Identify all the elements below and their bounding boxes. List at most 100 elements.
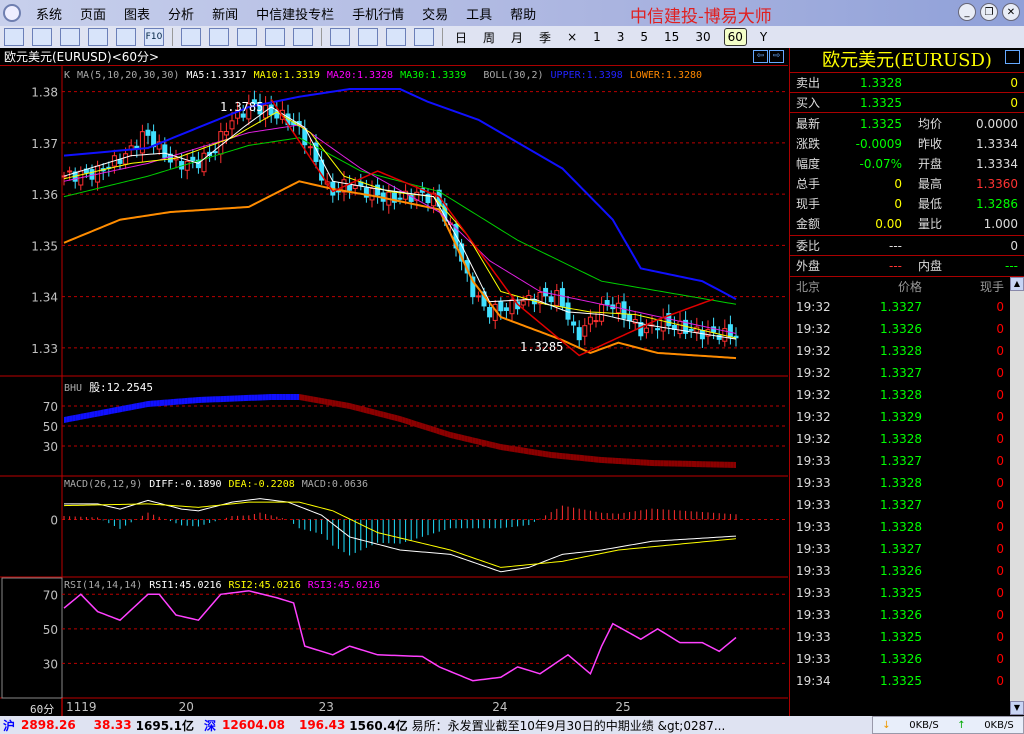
y-tick-label: 1.38 xyxy=(31,86,58,100)
candle-body xyxy=(655,328,661,331)
sz-label: 深 xyxy=(203,718,216,733)
tick-scrollbar[interactable]: ▲ ▼ xyxy=(1010,277,1024,715)
period-button[interactable]: 季 xyxy=(536,28,554,47)
bhu-band-segment xyxy=(601,457,605,464)
y-tick-label: 50 xyxy=(43,623,58,637)
menu-item[interactable]: 交易 xyxy=(422,8,448,23)
bhu-band-segment xyxy=(668,460,672,467)
back-icon[interactable] xyxy=(4,28,24,46)
zoom-out-icon[interactable] xyxy=(293,28,313,46)
tick-row: 19:32 1.3326 0 xyxy=(790,318,1024,340)
tick-row: 19:33 1.3325 0 xyxy=(790,626,1024,648)
period-button[interactable]: 3 xyxy=(614,29,628,45)
kline-icon[interactable] xyxy=(60,28,80,46)
bhu-band-segment xyxy=(528,448,532,455)
export-icon[interactable] xyxy=(209,28,229,46)
menu-item[interactable]: 新闻 xyxy=(212,8,238,23)
period-button[interactable]: 1 xyxy=(590,29,604,45)
refresh-icon[interactable] xyxy=(237,28,257,46)
bhu-band-segment xyxy=(537,449,540,457)
bhu-band-segment xyxy=(106,408,109,415)
sz-amount: 1560.4亿 xyxy=(349,718,408,733)
bhu-band-segment xyxy=(576,454,580,461)
table-icon[interactable] xyxy=(88,28,108,46)
menu-item[interactable]: 中信建投专栏 xyxy=(256,8,334,23)
draw-icon[interactable] xyxy=(181,28,201,46)
bhu-band-segment xyxy=(439,428,442,436)
bhu-band-segment xyxy=(150,400,154,407)
candle-body xyxy=(520,300,526,306)
menu-item[interactable]: 工具 xyxy=(466,8,492,23)
y-tick-label: 30 xyxy=(43,440,58,454)
candle-body xyxy=(190,156,196,161)
inner-label: 内盘 xyxy=(918,259,943,273)
macd-value: MACD:0.0636 xyxy=(301,479,368,490)
menu-item[interactable]: 系统 xyxy=(36,8,62,23)
bhu-band-segment xyxy=(114,406,118,414)
period-button[interactable]: 周 xyxy=(480,28,498,47)
alarm-icon[interactable] xyxy=(330,28,350,46)
bhu-band-segment xyxy=(570,453,574,461)
f10-icon[interactable]: F10 xyxy=(144,28,164,46)
tick-volume: 0 xyxy=(996,652,1004,666)
outer-label: 外盘 xyxy=(796,259,821,273)
bhu-band-segment xyxy=(478,438,482,446)
restore-button[interactable]: ❐ xyxy=(980,3,998,21)
bhu-band-segment xyxy=(733,461,736,468)
bhu-band-segment xyxy=(299,394,302,401)
rsi1-value: RSI1:45.0216 xyxy=(149,580,222,591)
menu-item[interactable]: 手机行情 xyxy=(352,8,404,23)
scroll-left-button[interactable]: ⇦ xyxy=(753,50,768,63)
bhu-band-segment xyxy=(719,461,722,468)
period-button[interactable]: 月 xyxy=(508,28,526,47)
bhu-band-segment xyxy=(657,460,661,467)
app-logo-icon[interactable] xyxy=(3,4,21,22)
period-button[interactable]: 15 xyxy=(661,29,682,45)
bhu-band-segment xyxy=(649,459,652,466)
bhu-band-segment xyxy=(629,458,633,465)
period-button[interactable]: × xyxy=(564,29,580,45)
period-button[interactable]: Y xyxy=(757,29,770,45)
scroll-up-button[interactable]: ▲ xyxy=(1010,277,1024,291)
menu-item[interactable]: 帮助 xyxy=(510,8,536,23)
bhu-band-segment xyxy=(139,402,143,409)
news-ticker[interactable]: 易所：永发置业截至10年9月30日的中期业绩 &gt;0287... xyxy=(412,717,726,734)
bhu-band-segment xyxy=(190,397,193,404)
candle-body xyxy=(548,296,554,303)
stat-label: 金额 xyxy=(796,217,821,231)
bhu-band-segment xyxy=(142,401,146,409)
tick-row: 19:32 1.3328 0 xyxy=(790,340,1024,362)
network-speed: ↓ 0KB/S ↑ 0KB/S xyxy=(872,716,1024,734)
maximize-panel-button[interactable] xyxy=(1005,50,1020,64)
scroll-right-button[interactable]: ⇨ xyxy=(769,50,784,63)
scroll-down-button[interactable]: ▼ xyxy=(1010,701,1024,715)
report-icon[interactable] xyxy=(116,28,136,46)
bhu-band-segment xyxy=(730,461,734,468)
tick-row: 19:34 1.3325 0 xyxy=(790,670,1024,692)
tick-row: 19:32 1.3327 0 xyxy=(790,362,1024,384)
sell-volume: 0 xyxy=(1010,76,1018,90)
users-icon[interactable] xyxy=(386,28,406,46)
flash-icon[interactable] xyxy=(414,28,434,46)
bhu-name: BHU xyxy=(64,383,83,394)
minimize-button[interactable]: _ xyxy=(958,3,976,21)
bhu-band-segment xyxy=(635,459,638,466)
period-button[interactable]: 日 xyxy=(452,28,470,47)
bhu-band-segment xyxy=(296,394,300,400)
x-tick-label: 1119 xyxy=(66,700,97,714)
menu-item[interactable]: 页面 xyxy=(80,8,106,23)
menu-item[interactable]: 分析 xyxy=(168,8,194,23)
period-button[interactable]: 5 xyxy=(637,29,651,45)
bhu-band-segment xyxy=(86,412,90,419)
close-button[interactable]: ✕ xyxy=(1002,3,1020,21)
zoom-in-icon[interactable] xyxy=(265,28,285,46)
line-chart-icon[interactable] xyxy=(32,28,52,46)
menu-bar: 系统 页面 图表 分析 新闻 中信建投专栏 手机行情 交易 工具 帮助 xyxy=(27,4,545,23)
bhu-band-segment xyxy=(226,395,230,402)
select-icon[interactable] xyxy=(358,28,378,46)
bhu-band-segment xyxy=(369,408,372,415)
period-button[interactable]: 30 xyxy=(692,29,713,45)
menu-item[interactable]: 图表 xyxy=(124,8,150,23)
period-button[interactable]: 60 xyxy=(723,28,747,46)
bhu-band-segment xyxy=(318,397,322,404)
